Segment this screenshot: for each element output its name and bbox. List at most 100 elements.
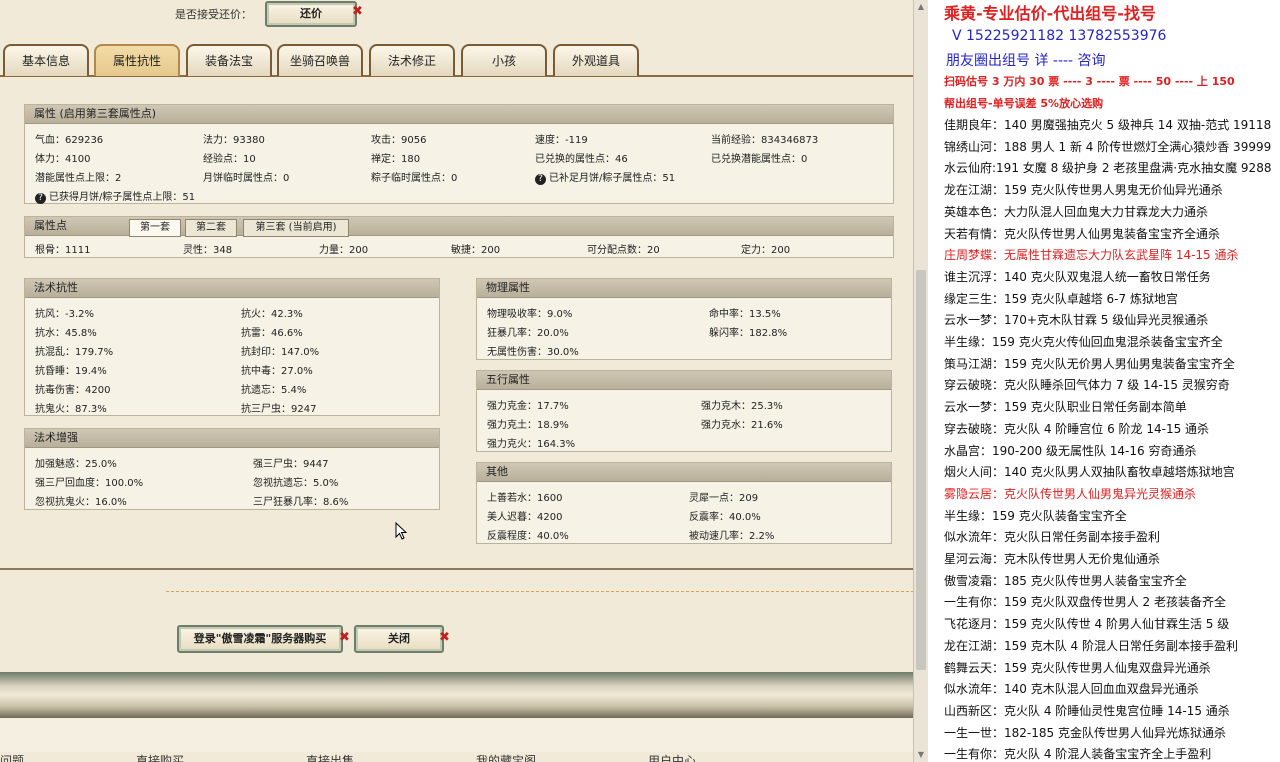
top-bar: 是否接受还价： 还价 ✖ <box>0 0 914 30</box>
divider <box>0 568 914 570</box>
counter-offer-question: 是否接受还价： <box>175 8 252 21</box>
scroll-down-icon[interactable]: ▼ <box>916 750 926 760</box>
other-item: 反震程度：40.0% <box>487 531 569 542</box>
attr-exchanged-potential: 已兑换潜能属性点：0 <box>711 154 808 165</box>
spell-resist-panel: 法术抗性 抗风：-3.2% 抗水：45.8% 抗混乱：179.7% 抗昏睡：19… <box>24 278 440 416</box>
attr-hp: 气血：629236 <box>35 135 104 146</box>
physical-item: 无属性伤害：30.0% <box>487 347 579 358</box>
resist-item: 抗水：45.8% <box>35 328 97 339</box>
note-line: 一生有你：159 克火队双盘传世男人 2 老孩装备齐全 <box>944 595 1226 610</box>
mouse-cursor-icon <box>395 522 407 540</box>
other-item: 反震率：40.0% <box>689 512 761 523</box>
help-icon[interactable]: ? <box>535 174 546 185</box>
tab-spell-correction[interactable]: 法术修正 <box>369 44 455 76</box>
boost-item: 加强魅惑：25.0% <box>35 459 117 470</box>
tab-mounts-pets[interactable]: 坐骑召唤兽 <box>277 44 363 76</box>
resist-item: 抗雷：46.6% <box>241 328 303 339</box>
resist-item: 抗三尸虫：9247 <box>241 404 317 415</box>
tab-attributes[interactable]: 属性抗性 <box>94 44 180 76</box>
attributes-panel-title: 属性 (启用第三套属性点) <box>25 105 893 124</box>
element-item: 强力克水：21.6% <box>701 420 783 431</box>
physical-item: 躲闪率：182.8% <box>709 328 788 339</box>
note-line: 锦绣山河：188 男人 1 新 4 阶传世燃灯全满心猿炒香 39999 <box>944 139 1272 154</box>
notes-panel: 乘黄-专业估价-代出组号-找号 V 15225921182 1378255397… <box>928 0 1280 762</box>
note-line: 缘定三生：159 克火队卓越塔 6-7 炼狱地宫 <box>944 291 1178 306</box>
bottom-nav-user-center[interactable]: 用户中心 <box>648 752 696 762</box>
game-window: 是否接受还价： 还价 ✖ 基本信息 属性抗性 装备法宝 坐骑召唤兽 法术修正 小… <box>0 0 914 762</box>
point-constitution: 根骨：1111 <box>35 245 91 256</box>
bottom-nav-sell[interactable]: 直接出售 <box>306 752 354 762</box>
tab-child[interactable]: 小孩 <box>461 44 547 76</box>
other-item: 被动速几率：2.2% <box>689 531 775 542</box>
counter-offer-button[interactable]: 还价 <box>265 1 357 27</box>
other-title: 其他 <box>477 463 891 482</box>
close-x-icon: ✖ <box>339 630 350 645</box>
note-line: 雾隐云居：克火队传世男人仙男鬼异光灵猴通杀 <box>944 486 1197 501</box>
dashed-divider <box>166 591 914 592</box>
element-item: 强力克土：18.9% <box>487 420 569 431</box>
resist-item: 抗遗忘：5.4% <box>241 385 307 396</box>
spell-boost-panel: 法术增强 加强魅惑：25.0% 强三尸回血度：100.0% 忽视抗鬼火：16.0… <box>24 428 440 510</box>
elements-title: 五行属性 <box>477 371 891 390</box>
notes-promo1: 扫码估号 3 万内 30 票 ---- 3 ---- 票 ---- 50 ---… <box>944 75 1235 88</box>
bottom-nav-my-treasure[interactable]: 我的藏宝阁 <box>476 752 536 762</box>
footer-bg <box>0 718 914 752</box>
physical-item: 命中率：13.5% <box>709 309 781 320</box>
close-x-icon: ✖ <box>439 630 450 645</box>
spell-boost-title: 法术增强 <box>25 429 439 448</box>
scrollbar-thumb[interactable] <box>916 270 926 670</box>
attributes-panel: 属性 (启用第三套属性点) 气血：629236 法力：93380 攻击：9056… <box>24 104 894 204</box>
physical-item: 狂暴几率：20.0% <box>487 328 569 339</box>
other-panel: 其他 上善若水：1600 美人迟暮：4200 反震程度：40.0% 灵犀一点：2… <box>476 462 892 544</box>
note-line: 水云仙府:191 女魔 8 级护身 2 老孩里盘满·克水抽女魔 9288 <box>944 161 1272 176</box>
decorative-footer-band <box>0 672 914 718</box>
notes-promo2: 帮出组号-单号误差 5%放心选购 <box>944 97 1104 110</box>
boost-item: 忽视抗鬼火：16.0% <box>35 497 127 508</box>
note-line: 云水一梦：159 克火队职业日常任务副本简单 <box>944 400 1187 415</box>
login-buy-button[interactable]: 登录"傲雪凌霜"服务器购买 <box>177 625 343 653</box>
resist-item: 抗火：42.3% <box>241 309 303 320</box>
tab-equipment[interactable]: 装备法宝 <box>186 44 272 76</box>
spell-resist-title: 法术抗性 <box>25 279 439 298</box>
tab-basic-info[interactable]: 基本信息 <box>3 44 89 76</box>
attr-zongzi-temp: 粽子临时属性点：0 <box>371 173 458 184</box>
note-line: 傲雪凌霜：185 克火队传世男人装备宝宝齐全 <box>944 573 1187 588</box>
physical-panel: 物理属性 物理吸收率：9.0% 狂暴几率：20.0% 无属性伤害：30.0% 命… <box>476 278 892 360</box>
attr-exp: 当前经验：834346873 <box>711 135 819 146</box>
points-subtab-1[interactable]: 第一套 <box>129 219 181 237</box>
scroll-up-icon[interactable]: ▲ <box>916 2 926 12</box>
element-item: 强力克火：164.3% <box>487 439 576 450</box>
note-line: 半生缘：159 克火克火传仙回血鬼混杀装备宝宝齐全 <box>944 335 1223 349</box>
notes-phone: V 15225921182 13782553976 <box>952 28 1167 44</box>
note-line: 谁主沉浮：140 克火队双鬼混人统一畜牧日常任务 <box>944 269 1211 284</box>
bottom-nav-help[interactable]: 问题 <box>0 752 24 762</box>
help-icon[interactable]: ? <box>35 193 46 204</box>
vertical-scrollbar[interactable]: ▲ ▼ <box>913 0 928 762</box>
note-line: 山西新区：克火队 4 阶睡仙灵性鬼宫位睡 14-15 通杀 <box>944 703 1230 718</box>
tab-bar: 基本信息 属性抗性 装备法宝 坐骑召唤兽 法术修正 小孩 外观道具 <box>0 40 914 77</box>
other-item: 美人迟暮：4200 <box>487 512 563 523</box>
physical-item: 物理吸收率：9.0% <box>487 309 573 320</box>
note-line: 庄周梦蝶：无属性甘霖遗忘大力队玄武星阵 14-15 通杀 <box>944 248 1239 263</box>
bottom-nav-buy[interactable]: 直接购买 <box>136 752 184 762</box>
close-button[interactable]: 关闭 <box>354 625 444 653</box>
resist-item: 抗混乱：179.7% <box>35 347 114 358</box>
note-line: 一生一世：182-185 克金队传世男人仙异光炼狱通杀 <box>944 725 1226 740</box>
note-line: 佳期良年：140 男魔强抽克火 5 级神兵 14 双抽-范式 19118 <box>944 118 1272 132</box>
boost-item: 三尸狂暴几率：8.6% <box>253 497 349 508</box>
tab-appearance[interactable]: 外观道具 <box>553 44 639 76</box>
boost-item: 强三尸回血度：100.0% <box>35 478 144 489</box>
resist-item: 抗昏睡：19.4% <box>35 366 107 377</box>
note-line: 龙在江湖：159 克木队 4 阶混人日常任务副本接手盈利 <box>944 638 1238 653</box>
attr-exchanged-points: 已兑换的属性点：46 <box>535 154 628 165</box>
attr-zen: 禅定：180 <box>371 154 421 165</box>
note-line: 英雄本色：大力队混人回血鬼大力甘霖龙大力通杀 <box>944 204 1209 219</box>
point-unallocated: 可分配点数：20 <box>587 245 660 256</box>
points-subtab-3[interactable]: 第三套 (当前启用) <box>243 219 349 237</box>
points-subtab-2[interactable]: 第二套 <box>185 219 237 237</box>
point-spirit: 灵性：348 <box>183 245 233 256</box>
other-item: 灵犀一点：209 <box>689 493 759 504</box>
points-panel-title: 属性点 <box>34 219 67 232</box>
note-line: 似水流年：140 克木队混人回血血双盘异光通杀 <box>944 682 1199 697</box>
notes-line3: 朋友圈出组号 详 ---- 咨询 <box>946 53 1106 69</box>
